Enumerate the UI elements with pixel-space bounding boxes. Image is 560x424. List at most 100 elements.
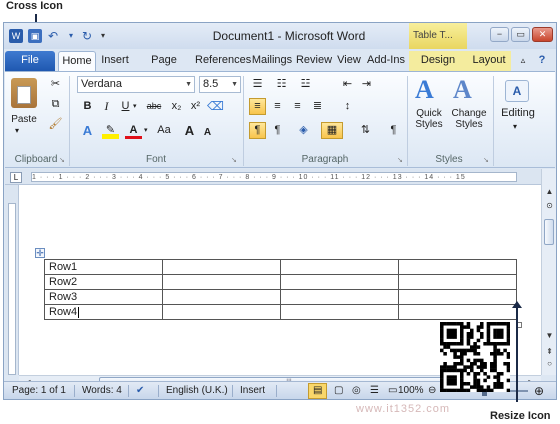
table-row[interactable]: Row3 bbox=[44, 289, 517, 305]
table-cell[interactable] bbox=[398, 274, 517, 290]
outline-view-icon[interactable]: ☰ bbox=[366, 382, 383, 399]
minimize-button[interactable]: − bbox=[490, 27, 509, 42]
italic-button[interactable]: I bbox=[98, 98, 115, 115]
undo-icon[interactable]: ↶ bbox=[46, 29, 60, 43]
tab-review[interactable]: Review bbox=[295, 51, 333, 71]
tab-page-layout[interactable]: Page Layout bbox=[134, 51, 194, 85]
chevron-down-icon[interactable]: ▼ bbox=[185, 77, 192, 92]
print-layout-view-icon[interactable]: ▤ bbox=[308, 383, 328, 399]
show-hide-formatting-button[interactable]: ¶ bbox=[385, 122, 402, 139]
table-row[interactable]: Row1 bbox=[44, 259, 517, 275]
increase-indent-icon[interactable]: ⇥ bbox=[358, 76, 375, 93]
bullets-icon[interactable]: ☰ bbox=[249, 76, 266, 93]
change-styles-icon[interactable]: A bbox=[453, 76, 481, 104]
text-direction-icon[interactable]: ¶ bbox=[249, 122, 266, 139]
table-cell[interactable]: Row3 bbox=[44, 289, 163, 305]
tab-design[interactable]: Design bbox=[409, 51, 467, 71]
font-color-dropdown-icon[interactable]: ▾ bbox=[144, 126, 148, 134]
scroll-down-icon[interactable]: ▼ bbox=[543, 329, 556, 342]
styles-launcher-icon[interactable]: ↘ bbox=[483, 156, 489, 164]
table-cell[interactable] bbox=[162, 259, 281, 275]
subscript-button[interactable]: x₂ bbox=[168, 98, 185, 115]
table-cell[interactable] bbox=[280, 304, 399, 320]
table-row[interactable]: Row2 bbox=[44, 274, 517, 290]
table-cell[interactable] bbox=[398, 289, 517, 305]
underline-button[interactable]: U bbox=[117, 98, 134, 115]
tab-selector-icon[interactable]: L bbox=[10, 172, 22, 183]
word-table[interactable]: Row1 Row2 Row3 Row4 bbox=[44, 259, 517, 320]
table-cell[interactable] bbox=[280, 289, 399, 305]
scroll-up-icon[interactable]: ▲ bbox=[543, 185, 556, 198]
ruler-toggle-icon[interactable]: ⊙ bbox=[543, 199, 556, 212]
zoom-out-icon[interactable]: ⊖ bbox=[424, 382, 440, 399]
align-left-icon[interactable]: ≡ bbox=[249, 98, 266, 115]
cut-icon[interactable]: ✂ bbox=[47, 76, 64, 93]
change-styles-button[interactable]: Change Styles bbox=[447, 108, 491, 130]
table-cell[interactable] bbox=[398, 259, 517, 275]
tab-layout[interactable]: Layout bbox=[467, 51, 511, 71]
clipboard-launcher-icon[interactable]: ↘ bbox=[59, 156, 65, 164]
table-cell[interactable]: Row2 bbox=[44, 274, 163, 290]
editing-icon[interactable]: A bbox=[505, 80, 529, 102]
font-launcher-icon[interactable]: ↘ bbox=[231, 156, 237, 164]
word-app-icon[interactable]: W bbox=[9, 29, 23, 43]
web-layout-view-icon[interactable]: ◎ bbox=[348, 382, 365, 399]
qat-dropdown-icon[interactable]: ▾ bbox=[64, 29, 78, 43]
tab-view[interactable]: View bbox=[334, 51, 364, 71]
table-cell[interactable]: Row1 bbox=[44, 259, 163, 275]
multilevel-list-icon[interactable]: ☳ bbox=[297, 76, 314, 93]
tab-file[interactable]: File bbox=[5, 51, 55, 71]
justify-icon[interactable]: ≣ bbox=[309, 98, 326, 115]
paragraph-launcher-icon[interactable]: ↘ bbox=[397, 156, 403, 164]
maximize-button[interactable]: ▭ bbox=[511, 27, 530, 42]
vertical-scrollbar[interactable]: ▲ ⊙ ▼ ⇞ ○ bbox=[541, 169, 556, 375]
tab-mailings[interactable]: Mailings bbox=[250, 51, 294, 71]
redo-icon[interactable]: ↻ bbox=[80, 29, 94, 43]
rtl-icon[interactable]: ¶ bbox=[269, 122, 286, 139]
full-screen-view-icon[interactable]: ▢ bbox=[330, 382, 347, 399]
table-move-handle-icon[interactable]: ✛ bbox=[35, 248, 45, 258]
font-family-combo[interactable]: Verdana ▼ bbox=[77, 76, 195, 93]
copy-icon[interactable]: ⧉ bbox=[47, 96, 64, 113]
grow-font-button[interactable]: A bbox=[181, 122, 198, 139]
font-color-button[interactable]: A bbox=[125, 122, 142, 139]
underline-dropdown-icon[interactable]: ▾ bbox=[133, 102, 137, 110]
clear-formatting-icon[interactable]: ⌫ bbox=[207, 98, 224, 115]
table-cell[interactable] bbox=[280, 274, 399, 290]
close-button[interactable]: ✕ bbox=[532, 27, 553, 42]
text-effects-icon[interactable]: A bbox=[79, 122, 96, 139]
superscript-button[interactable]: x² bbox=[187, 98, 204, 115]
ribbon-minimize-icon[interactable]: ▵ bbox=[516, 51, 530, 71]
paste-dropdown-icon[interactable]: ▾ bbox=[15, 126, 19, 135]
editing-button[interactable]: Editing bbox=[495, 108, 541, 119]
zoom-level[interactable]: 100% bbox=[394, 382, 428, 399]
format-painter-icon[interactable]: 🖌 bbox=[47, 116, 64, 133]
table-cell[interactable] bbox=[162, 274, 281, 290]
quick-styles-icon[interactable]: A bbox=[415, 76, 443, 104]
shrink-font-button[interactable]: A bbox=[199, 124, 216, 141]
vertical-scroll-thumb[interactable] bbox=[544, 219, 554, 245]
language-status[interactable]: English (U.K.) bbox=[162, 382, 232, 399]
strikethrough-button[interactable]: abc bbox=[143, 98, 165, 115]
table-cell[interactable] bbox=[398, 304, 517, 320]
highlight-icon[interactable]: ✎ bbox=[102, 122, 119, 139]
sort-icon[interactable]: ⇅ bbox=[357, 122, 374, 139]
tab-home[interactable]: Home bbox=[58, 51, 96, 71]
editing-dropdown-icon[interactable]: ▾ bbox=[513, 122, 517, 131]
paste-icon[interactable] bbox=[11, 78, 37, 108]
align-center-icon[interactable]: ≡ bbox=[269, 98, 286, 115]
browse-object-icon[interactable]: ○ bbox=[543, 357, 556, 370]
quick-styles-button[interactable]: Quick Styles bbox=[409, 108, 449, 130]
proofing-icon[interactable]: ✔ bbox=[132, 382, 148, 399]
borders-icon[interactable]: ▦ bbox=[321, 122, 343, 139]
page-count-status[interactable]: Page: 1 of 1 bbox=[8, 382, 70, 399]
table-cell[interactable] bbox=[162, 289, 281, 305]
change-case-button[interactable]: Aa bbox=[153, 122, 175, 139]
chevron-down-icon[interactable]: ▼ bbox=[231, 77, 238, 92]
insert-mode-status[interactable]: Insert bbox=[236, 382, 269, 399]
bold-button[interactable]: B bbox=[79, 98, 96, 115]
numbering-icon[interactable]: ☷ bbox=[273, 76, 290, 93]
vertical-ruler-scale[interactable] bbox=[8, 203, 16, 375]
font-size-combo[interactable]: 8.5 ▼ bbox=[199, 76, 241, 93]
tab-references[interactable]: References bbox=[195, 51, 251, 71]
